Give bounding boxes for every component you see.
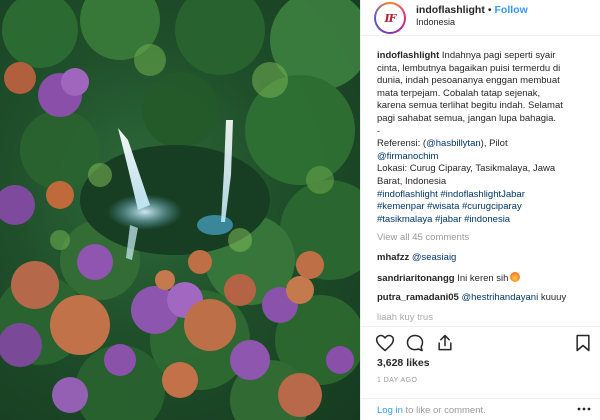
caption-line: dunia, indah pesoananya enggan membuat (377, 75, 560, 87)
comment-author[interactable]: putra_ramadani05 (377, 292, 459, 303)
caption-line: Indahnya pagi seperti syair (441, 50, 556, 61)
caption-line: karena semua terlihat begitu indah. Sela… (377, 100, 563, 112)
avatar-logo: IF (376, 4, 404, 32)
caption-line: pagi sahabat semua, jangan lupa bahagia. (377, 112, 557, 124)
comment-item-truncated: liaah kuy trus (377, 312, 591, 324)
comment-text: kuuuy (538, 292, 567, 304)
login-prompt: Log in to like or comment. (377, 405, 486, 416)
comment-icon[interactable] (405, 333, 425, 353)
view-all-comments-link[interactable]: View all 45 comments (377, 232, 591, 245)
caption-line: mata terpejam. Cobalah tatap sejenak, (377, 87, 541, 99)
username-row: indoflashlight • Follow (416, 4, 528, 16)
comment-text: Ini keren sih (457, 272, 509, 284)
avatar[interactable]: IF (374, 2, 406, 34)
more-options-icon[interactable] (577, 406, 591, 412)
mention-link[interactable]: @firmanochim (377, 151, 438, 162)
post-timestamp: 1 DAY AGO (377, 377, 418, 384)
username-link[interactable]: indoflashlight (416, 4, 485, 16)
comment-text: liaah kuy trus (377, 311, 433, 323)
caption-line: - (377, 125, 381, 137)
mention-link[interactable]: @hasbillytan (426, 138, 481, 149)
follow-button[interactable]: Follow (495, 4, 528, 16)
post-photo[interactable] (0, 0, 360, 420)
hashtag-line[interactable]: #indoflashlight #indoflashlightJabar (377, 189, 591, 202)
separator-dot: • (487, 4, 492, 16)
login-prompt-text: to like or comment. (402, 405, 486, 416)
comment-item: sandriaritonangg Ini keren sih (377, 271, 591, 286)
location-link[interactable]: Indonesia (416, 17, 455, 27)
comment-item: putra_ramadani05 @hestrihandayani kuuuy (377, 292, 591, 305)
comment-author[interactable]: mhafzz (377, 252, 409, 263)
comment-author[interactable]: sandriaritonangg (377, 273, 455, 284)
fire-emoji-icon (510, 271, 521, 282)
lokasi-line: Barat, Indonesia (377, 175, 447, 187)
post-side-panel: IF indoflashlight • Follow Indonesia indof… (360, 0, 600, 420)
login-footer: Log in to like or comment. (361, 398, 600, 420)
bookmark-icon[interactable] (573, 333, 593, 353)
mention-link[interactable]: @seasiaig (412, 252, 457, 263)
post-header: IF indoflashlight • Follow Indonesia (361, 0, 600, 36)
lokasi-line: Lokasi: Curug Ciparay, Tasikmalaya, Jawa (377, 163, 556, 175)
hashtag-line[interactable]: #tasikmalaya #jabar #indonesia (377, 214, 591, 227)
login-link[interactable]: Log in (377, 405, 403, 416)
action-bar (361, 326, 600, 356)
caption-author[interactable]: indoflashlight (377, 50, 439, 61)
likes-count[interactable]: 3,628 likes (377, 357, 430, 369)
heart-icon[interactable] (375, 333, 395, 353)
caption-line: cinta, lembutnya bagaikan puisi termerdu… (377, 62, 561, 74)
share-icon[interactable] (435, 333, 455, 353)
mention-link[interactable]: @hestrihandayani (461, 292, 538, 303)
hashtag-line[interactable]: #kemenpar #wisata #curugciparay (377, 201, 591, 214)
referensi-label: Referensi: ( (377, 138, 427, 150)
referensi-rest: ), Pilot (480, 138, 508, 150)
comment-item: mhafzz @seasiaig (377, 252, 591, 265)
caption: indoflashlight Indahnya pagi seperti sya… (377, 50, 591, 226)
comments-section: indoflashlight Indahnya pagi seperti sya… (377, 50, 591, 324)
waterfall-forest-image (0, 0, 360, 420)
